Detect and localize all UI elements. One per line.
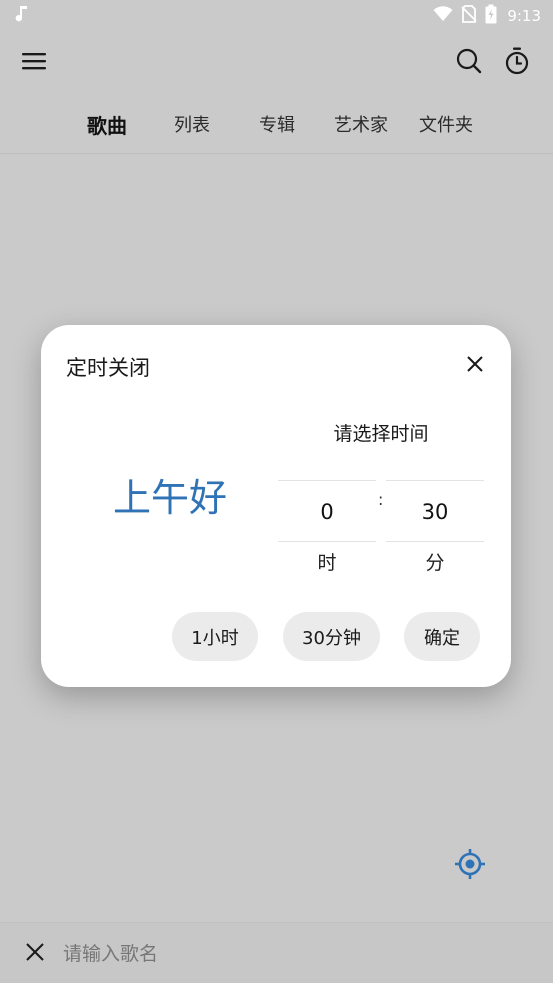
hours-unit-label: 时 <box>317 552 337 574</box>
minutes-picker[interactable]: 30 <box>386 480 484 542</box>
time-separator: : <box>378 490 384 509</box>
status-time: 9:13 <box>507 7 541 25</box>
timer-icon <box>504 47 530 79</box>
sleep-timer-button[interactable] <box>497 43 537 83</box>
bottom-search-bar <box>0 922 553 983</box>
tab-artists[interactable]: 艺术家 <box>316 104 406 148</box>
tab-bar: 歌曲 列表 专辑 艺术家 文件夹 <box>0 104 553 148</box>
music-note-icon <box>14 5 30 27</box>
close-icon <box>25 942 45 966</box>
greeting-text: 上午好 <box>113 476 228 520</box>
confirm-button[interactable]: 确定 <box>404 612 480 661</box>
tab-folders[interactable]: 文件夹 <box>401 104 491 148</box>
wifi-icon <box>433 6 453 26</box>
one-hour-button[interactable]: 1小时 <box>172 612 258 661</box>
battery-charging-icon <box>485 4 497 28</box>
menu-button[interactable] <box>14 43 54 83</box>
search-close-button[interactable] <box>19 938 51 970</box>
close-icon <box>466 355 484 377</box>
search-button[interactable] <box>449 43 489 83</box>
hours-value: 0 <box>320 500 334 524</box>
tab-playlists[interactable]: 列表 <box>147 104 237 148</box>
music-app-screen: 9:13 歌曲 列表 专辑 艺术家 文件夹 定时关闭 上午好 请选择时间 0:… <box>0 0 553 983</box>
minutes-value: 30 <box>421 500 449 524</box>
sleep-timer-dialog: 定时关闭 上午好 请选择时间 0 : 30 时 分 1小时 30分钟 确定 <box>41 325 511 687</box>
app-bar <box>0 40 553 88</box>
tab-divider <box>0 153 553 154</box>
thirty-minutes-button[interactable]: 30分钟 <box>283 612 380 661</box>
picker-title: 请选择时间 <box>333 423 429 445</box>
no-sim-icon <box>461 5 477 27</box>
menu-icon <box>22 51 46 75</box>
status-bar: 9:13 <box>0 0 553 32</box>
minutes-unit-label: 分 <box>425 552 445 574</box>
tab-songs[interactable]: 歌曲 <box>62 104 152 148</box>
dialog-close-button[interactable] <box>459 350 491 382</box>
hours-picker[interactable]: 0 <box>278 480 376 542</box>
search-icon <box>456 48 482 78</box>
tab-albums[interactable]: 专辑 <box>232 104 322 148</box>
locate-icon <box>454 848 486 884</box>
locate-current-song-button[interactable] <box>452 848 488 884</box>
status-icons: 9:13 <box>433 4 541 28</box>
song-search-input[interactable] <box>63 937 523 971</box>
dialog-title: 定时关闭 <box>66 356 150 380</box>
